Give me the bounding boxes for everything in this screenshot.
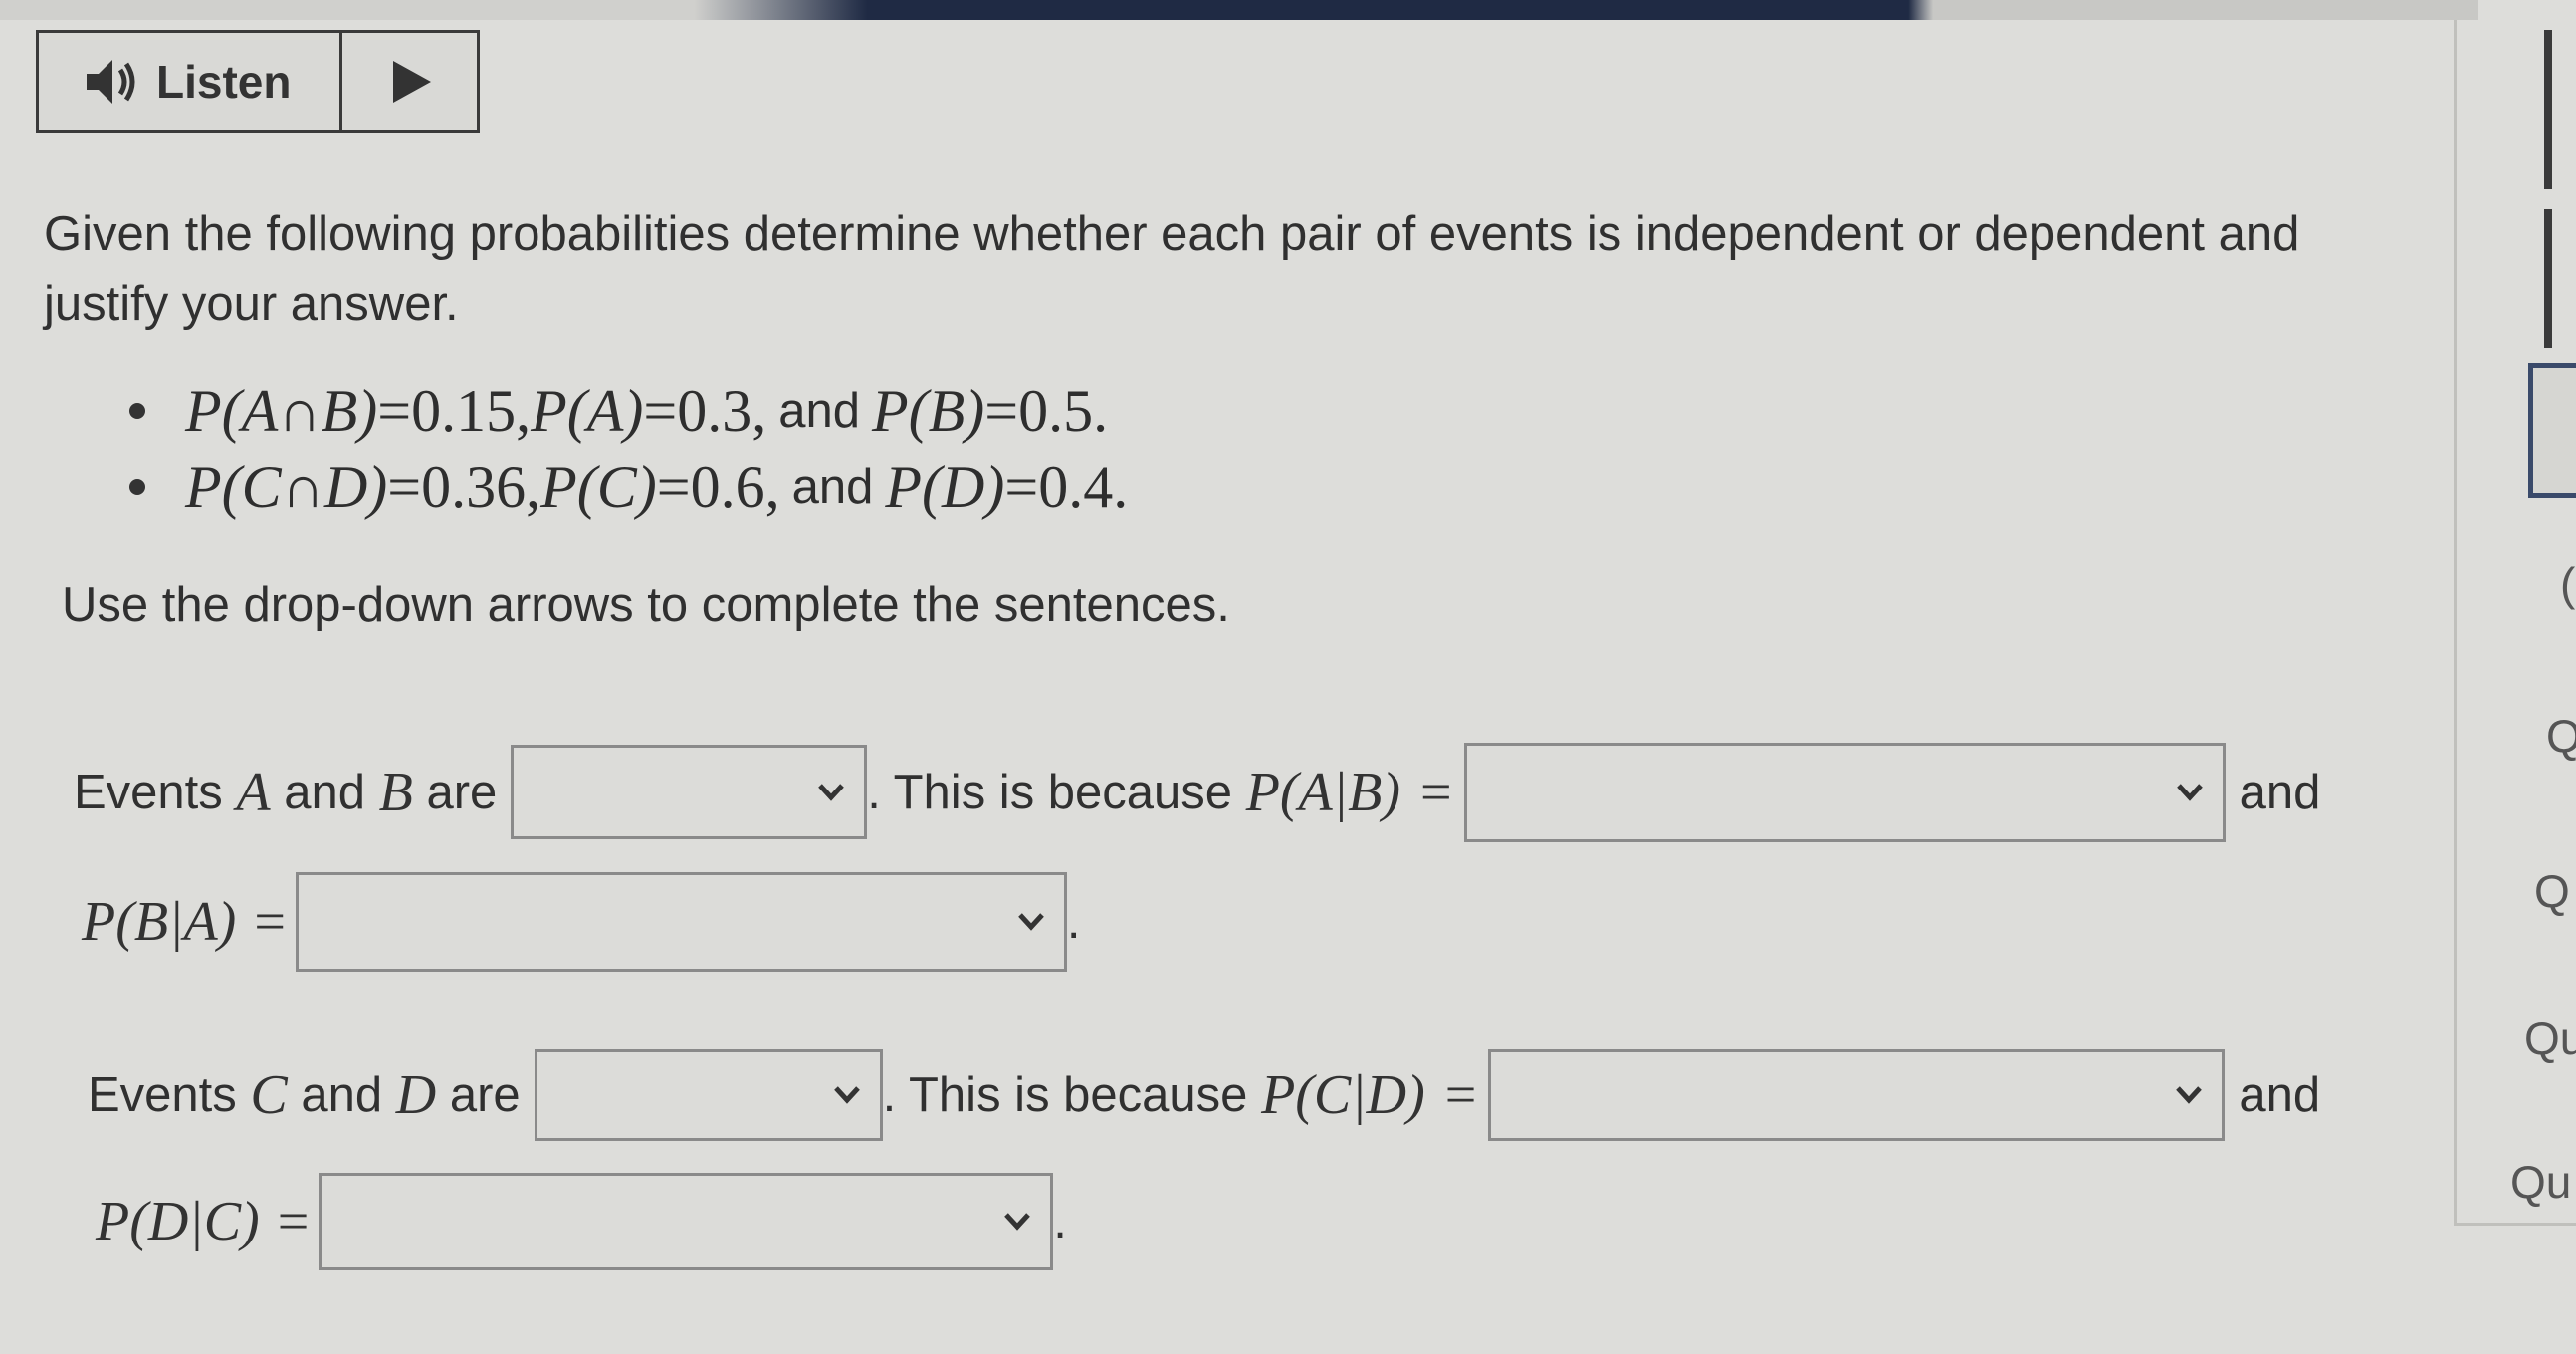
chevron-down-icon: [833, 1085, 860, 1104]
chevron-down-icon: [2176, 783, 2203, 801]
sentence-cd-line-1: Events C and D are . This is because P(C…: [88, 1047, 2320, 1142]
prob-label: P(C): [540, 453, 657, 520]
sentence-text: and: [270, 765, 379, 819]
equals-sign: =: [1444, 1063, 1477, 1126]
instructions-text: Given the following probabilities determ…: [44, 207, 2300, 331]
ab-cond-2-dropdown[interactable]: [295, 872, 1067, 972]
and-text: and: [2239, 765, 2321, 819]
sentence-text: .: [1053, 1195, 1067, 1248]
chevron-down-icon: [1018, 913, 1044, 931]
list-item: P(C∩D) = 0.36, P(C) = 0.6, and P(D) = 0.…: [129, 449, 1128, 525]
probability-list: P(A∩B) = 0.15, P(A) = 0.3, and P(B) = 0.…: [129, 373, 1128, 525]
prob-label: P(C∩D): [185, 453, 388, 520]
sidebar-scroll-bar: [2544, 209, 2552, 348]
and-text: and: [2239, 1067, 2321, 1122]
equals-sign: =: [254, 891, 286, 953]
sidebar-item-label[interactable]: Q: [2546, 709, 2576, 763]
sentence-cd-line-2: P(D|C) = .: [96, 1173, 1067, 1270]
sentence-text: are: [436, 1067, 521, 1122]
listen-button[interactable]: Listen: [39, 33, 342, 130]
sidebar-current-item[interactable]: [2528, 363, 2576, 498]
prob-value: 0.15: [411, 377, 517, 444]
prob-value: 0.36: [421, 453, 527, 520]
conditional-label: P(D|C): [96, 1191, 260, 1252]
prob-value: 0.6: [690, 453, 765, 520]
speaker-icon: [87, 60, 135, 104]
sentence-text: .: [1066, 895, 1081, 949]
sidebar-item-label[interactable]: (: [2560, 558, 2575, 611]
listen-label: Listen: [156, 56, 292, 108]
event-variable: C: [250, 1063, 288, 1126]
event-variable: D: [395, 1063, 437, 1126]
prob-label: P(A∩B): [185, 377, 378, 444]
cd-cond-2-dropdown[interactable]: [319, 1173, 1054, 1270]
sidebar-item-label[interactable]: Q: [2534, 864, 2570, 918]
sidebar-item-label[interactable]: Qu: [2510, 1155, 2571, 1209]
prob-label: P(D): [885, 453, 1005, 520]
ab-relation-dropdown[interactable]: [511, 745, 868, 839]
equals-sign: =: [277, 1191, 310, 1252]
prob-value: 0.5: [1018, 377, 1094, 444]
sentence-ab-line-2: P(B|A) = .: [82, 872, 1081, 972]
sentence-text: Events: [74, 765, 237, 819]
sentence-text: are: [412, 765, 498, 819]
prob-label: P(A): [531, 377, 644, 444]
conditional-label: P(C|D): [1261, 1063, 1425, 1126]
conditional-label: P(A|B): [1245, 761, 1400, 823]
prob-value: 0.4: [1038, 453, 1114, 520]
list-item: P(A∩B) = 0.15, P(A) = 0.3, and P(B) = 0.…: [129, 373, 1128, 449]
event-variable: A: [236, 761, 271, 823]
play-button[interactable]: [342, 33, 477, 130]
sentence-text: and: [287, 1067, 396, 1122]
bullet-icon: [129, 403, 145, 419]
play-icon: [392, 61, 431, 103]
directions-text: Use the drop-down arrows to complete the…: [62, 578, 1230, 632]
equals-sign: =: [1420, 761, 1452, 823]
bullet-icon: [129, 479, 145, 495]
event-variable: B: [378, 761, 413, 823]
and-text: and: [778, 384, 860, 438]
sidebar-item-label[interactable]: Qu: [2524, 1012, 2576, 1065]
question-sidebar: ( Q Q Qu Qu: [2457, 0, 2576, 1354]
prob-label: P(B): [871, 377, 985, 444]
sentence-text: . This is because: [882, 1067, 1262, 1122]
cd-cond-1-dropdown[interactable]: [1488, 1048, 2226, 1141]
top-bar: [0, 0, 2478, 20]
ab-cond-1-dropdown[interactable]: [1463, 742, 2226, 842]
sentence-text: Events: [88, 1067, 251, 1122]
chevron-down-icon: [2176, 1085, 2203, 1104]
and-text: and: [791, 460, 874, 514]
sentence-ab-line-1: Events A and B are . This is because P(A…: [74, 742, 2321, 842]
sentence-text: . This is because: [867, 765, 1246, 819]
chevron-down-icon: [1004, 1213, 1031, 1231]
prob-value: 0.3: [677, 377, 752, 444]
listen-toolbar: Listen: [36, 30, 480, 133]
conditional-label: P(B|A): [82, 891, 237, 953]
chevron-down-icon: [818, 783, 845, 801]
cd-relation-dropdown[interactable]: [534, 1048, 883, 1141]
sidebar-scroll-bar: [2544, 30, 2552, 189]
